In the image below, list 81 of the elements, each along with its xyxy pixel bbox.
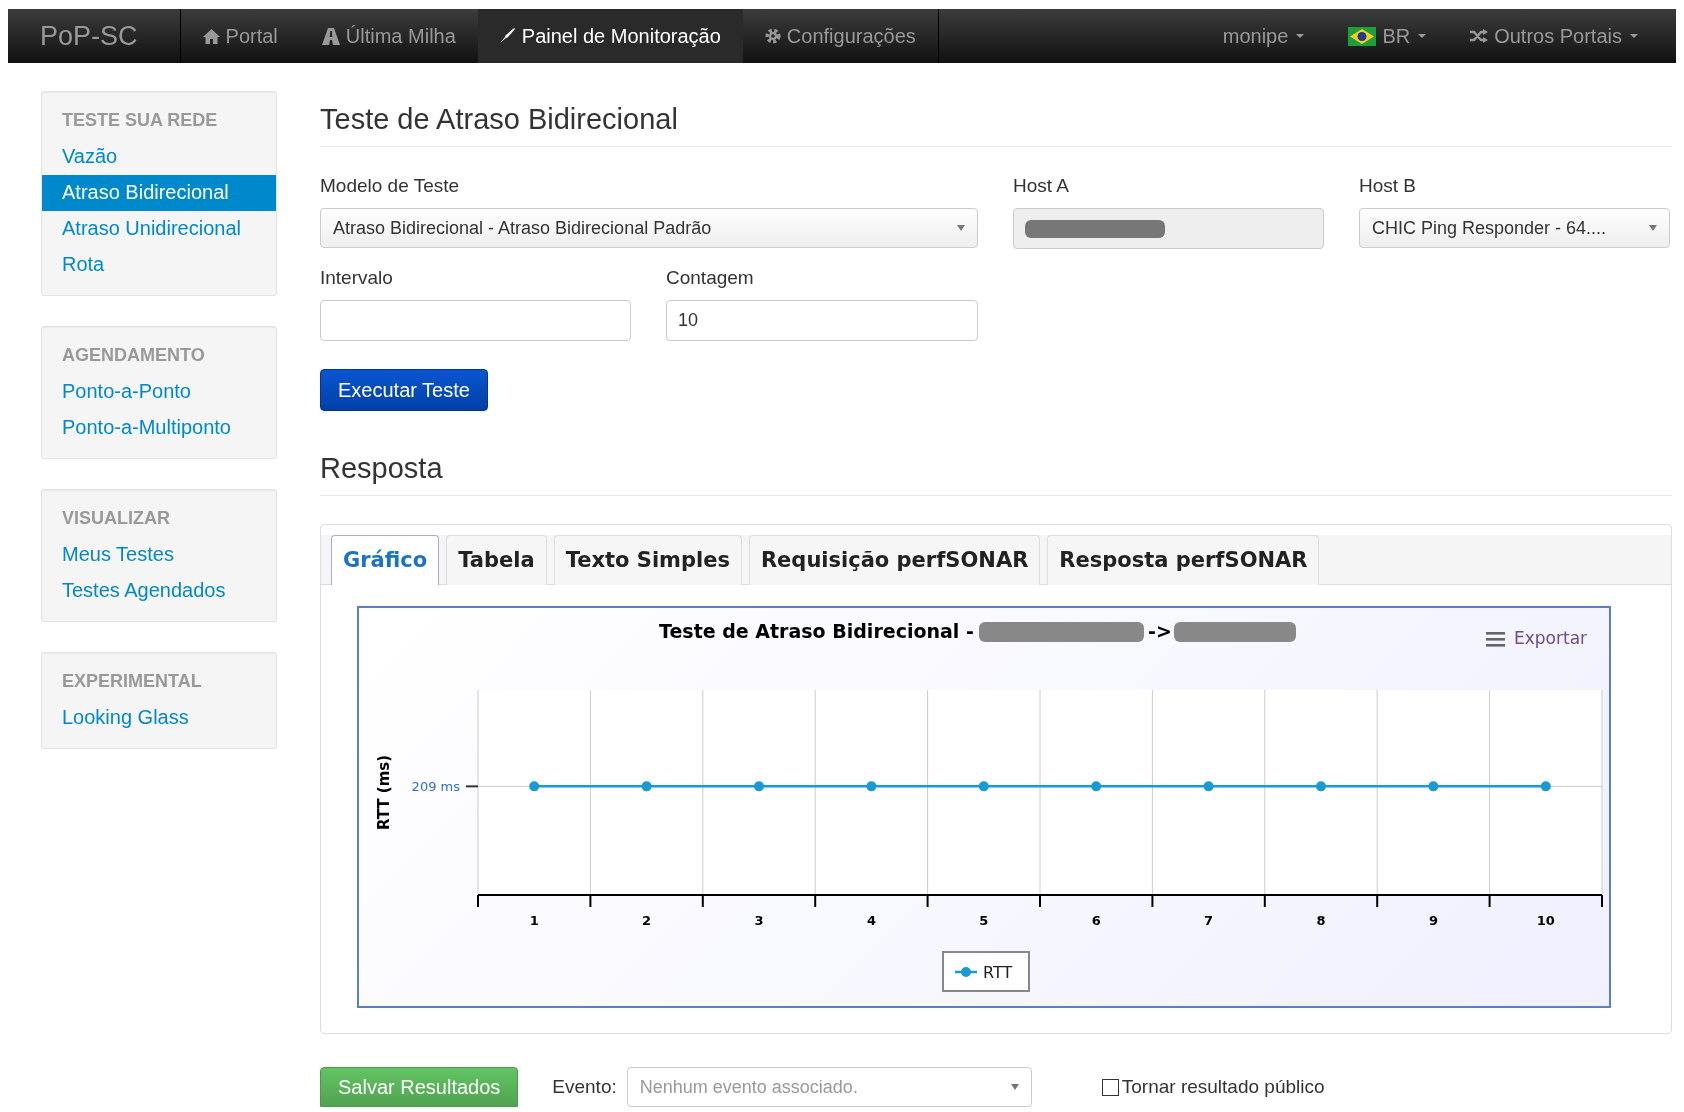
y-axis-title: RTT (ms) [375, 754, 393, 831]
x-tick-label: 5 [979, 913, 989, 928]
road-icon [321, 27, 340, 45]
select-field[interactable]: Nenhum evento associado. [626, 1067, 1032, 1107]
tab[interactable]: Texto Simples [553, 535, 742, 585]
dropdown-menu-toggle[interactable]: monipe [1200, 9, 1327, 63]
data-point [866, 781, 877, 792]
x-tick-label: 9 [1428, 913, 1438, 928]
tab[interactable]: Tabela [446, 535, 547, 585]
arrow-text: -> [1148, 620, 1172, 642]
export-button[interactable]: Exportar [1514, 628, 1588, 648]
caret-icon [1418, 34, 1427, 38]
x-tick-label: 8 [1316, 913, 1326, 928]
checkbox[interactable] [1101, 1078, 1119, 1096]
sidebar-link[interactable]: Ponto-a-Ponto [42, 374, 276, 410]
data-point [529, 781, 540, 792]
dropdown-arrow-icon [957, 225, 965, 231]
section-heading: TESTE SUA REDE [61, 109, 219, 132]
x-tick-label: 2 [642, 913, 652, 928]
tab[interactable]: Resposta perfSONAR [1047, 535, 1320, 585]
caret-icon [1630, 34, 1638, 38]
brazil-flag-icon [1348, 26, 1377, 46]
x-tick-label: 6 [1091, 913, 1101, 928]
section-heading: EXPERIMENTAL [61, 670, 203, 693]
field-label: Host A [1013, 175, 1070, 197]
section-heading: VISUALIZAR [61, 507, 171, 530]
sidebar-link[interactable]: Vazão [42, 139, 276, 175]
nav-tab[interactable]: Configurações [742, 9, 938, 63]
data-point [1428, 781, 1439, 792]
data-point [754, 781, 764, 792]
field-label: Host B [1359, 175, 1418, 197]
page-title: Teste de Atraso Bidirecional [320, 103, 1672, 147]
run-test-button[interactable]: Executar Teste [320, 369, 488, 411]
caret-icon [1296, 34, 1305, 38]
data-point [641, 781, 652, 792]
x-tick-label: 3 [754, 913, 764, 928]
data-point [978, 781, 989, 792]
section-heading: AGENDAMENTO [61, 344, 206, 367]
chart-title: Teste de Atraso Bidirecional - [659, 620, 974, 642]
section-title: Resposta [320, 452, 1672, 496]
nav-tab[interactable]: Última Milha [299, 9, 478, 63]
select-field[interactable]: Atraso Bidirecional - Atraso Bidirecional Padrão [320, 208, 978, 248]
x-tick-label: 1 [529, 913, 539, 928]
home-icon [202, 28, 220, 44]
input-field[interactable]: 10 [666, 300, 978, 341]
checkbox-label: Tornar resultado público [1121, 1076, 1325, 1098]
legend: RTT [942, 951, 1030, 992]
data-point [1091, 781, 1102, 792]
field-label: Modelo de Teste [320, 175, 461, 197]
sidebar-link[interactable]: Meus Testes [42, 537, 276, 573]
field-label: Contagem [666, 267, 755, 289]
field-label: Evento: [552, 1076, 617, 1098]
sidebar-link[interactable]: Atraso Bidirecional [42, 175, 276, 211]
nav-tab[interactable]: Painel de Monitoração [477, 9, 743, 63]
dropdown-menu-toggle[interactable]: BR [1326, 9, 1449, 63]
sidebar-link[interactable]: Testes Agendados [42, 573, 276, 609]
data-point [1203, 781, 1214, 792]
x-tick-label: 10 [1536, 913, 1555, 928]
x-tick-label: 4 [866, 913, 876, 928]
brand-logo[interactable]: PoP-SC [8, 9, 181, 63]
sidebar-link[interactable]: Rota [42, 247, 276, 283]
nav-tab[interactable]: Portal [180, 9, 300, 63]
menu-icon [1486, 632, 1505, 647]
data-point [1540, 781, 1551, 792]
select-field[interactable]: CHIC Ping Responder - 64.... [1359, 208, 1670, 248]
tab[interactable]: Gráfico [331, 535, 440, 585]
input-field[interactable] [320, 300, 631, 341]
shuffle-icon [1470, 29, 1489, 43]
field-label: Intervalo [320, 267, 394, 289]
tab[interactable]: Requisição perfSONAR [748, 535, 1041, 585]
gear-icon [764, 28, 781, 44]
dropdown-arrow-icon [1649, 225, 1657, 231]
dropdown-arrow-icon [1010, 1084, 1019, 1090]
sidebar-link[interactable]: Atraso Unidirecional [42, 211, 276, 247]
data-point [1316, 781, 1326, 792]
dropdown-menu-toggle[interactable]: Outros Portais [1448, 9, 1660, 63]
sidebar-link[interactable]: Ponto-a-Multiponto [42, 410, 276, 446]
x-tick-label: 7 [1204, 913, 1214, 928]
sidebar-link[interactable]: Looking Glass [42, 700, 276, 736]
y-tick-label: 209 ms [411, 779, 460, 795]
wand-icon [499, 28, 516, 44]
